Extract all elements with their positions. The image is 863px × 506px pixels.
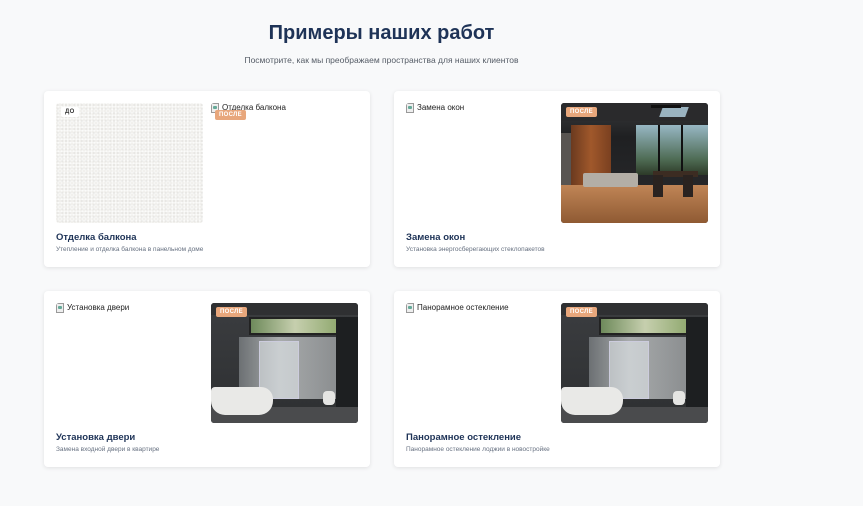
image-alt-text: Панорамное остекление — [417, 303, 509, 312]
card-description: Утепление и отделка балкона в панельном … — [56, 246, 204, 253]
card-title: Замена окон — [406, 232, 466, 243]
project-card[interactable]: Панорамное остекление ПОСЛЕ Панорамное о… — [394, 291, 720, 467]
after-badge: ПОСЛЕ — [566, 107, 597, 117]
broken-image-icon — [406, 303, 414, 313]
image-alt-text: Установка двери — [67, 303, 130, 312]
after-image: ПОСЛЕ — [561, 303, 708, 423]
broken-image-icon — [56, 303, 64, 313]
project-card[interactable]: Замена окон ПОСЛЕ Замена окон Установка … — [394, 91, 720, 267]
card-title: Панорамное остекление — [406, 432, 522, 443]
card-description: Панорамное остекление лоджии в новострой… — [406, 446, 550, 453]
broken-image-icon — [406, 103, 414, 113]
card-description: Установка энергосберегающих стеклопакето… — [406, 246, 545, 253]
after-image: ПОСЛЕ — [561, 103, 708, 223]
before-image-broken: Панорамное остекление — [406, 303, 553, 423]
after-image: ПОСЛЕ — [211, 303, 358, 423]
project-card[interactable]: Установка двери ПОСЛЕ Установка двери За… — [44, 291, 370, 467]
before-image: ДО — [56, 103, 203, 223]
project-card[interactable]: ДО Отделка балкона ПОСЛЕ Отделка балкона… — [44, 91, 370, 267]
before-image-broken: Замена окон — [406, 103, 553, 223]
section-subtitle: Посмотрите, как мы преображаем пространс… — [244, 55, 519, 65]
card-title: Установка двери — [56, 432, 136, 443]
after-badge: ПОСЛЕ — [215, 110, 246, 120]
section-title: Примеры наших работ — [268, 22, 495, 44]
card-title: Отделка балкона — [56, 232, 137, 243]
before-image-broken: Установка двери — [56, 303, 203, 423]
after-image-broken: Отделка балкона ПОСЛЕ — [211, 103, 358, 223]
image-alt-text: Замена окон — [417, 103, 465, 112]
before-badge: ДО — [61, 107, 79, 117]
after-badge: ПОСЛЕ — [216, 307, 247, 317]
card-description: Замена входной двери в квартире — [56, 446, 160, 453]
after-badge: ПОСЛЕ — [566, 307, 597, 317]
